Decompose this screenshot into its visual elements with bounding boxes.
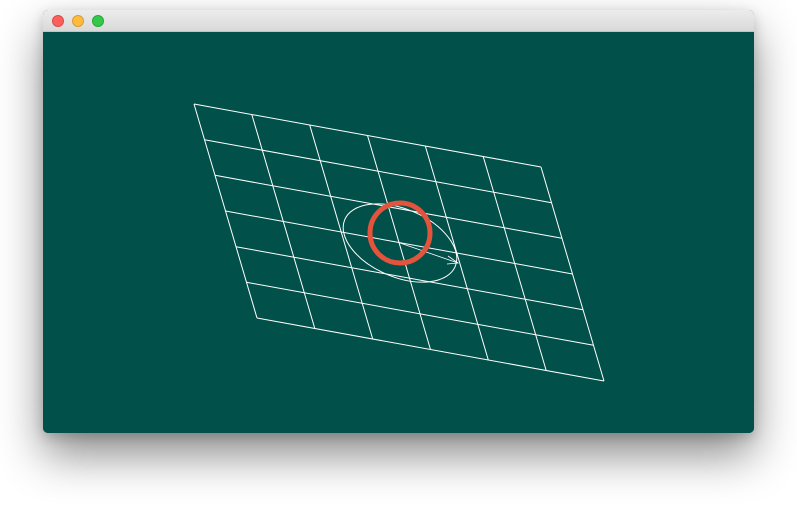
skewed-grid [193,103,605,382]
drawing-canvas[interactable] [43,32,754,433]
app-window [43,10,754,433]
close-button[interactable] [52,15,64,27]
minimize-button[interactable] [72,15,84,27]
title-bar[interactable] [43,10,754,32]
grid-column-line [251,114,316,329]
transform-visualization [193,103,605,382]
zoom-button[interactable] [92,15,104,27]
grid-column-line [309,124,374,340]
grid-column-line [482,156,547,371]
grid-column-line [193,103,258,319]
grid-column-line [367,135,431,350]
grid-column-line [540,166,605,382]
unit-circle[interactable] [367,200,433,266]
